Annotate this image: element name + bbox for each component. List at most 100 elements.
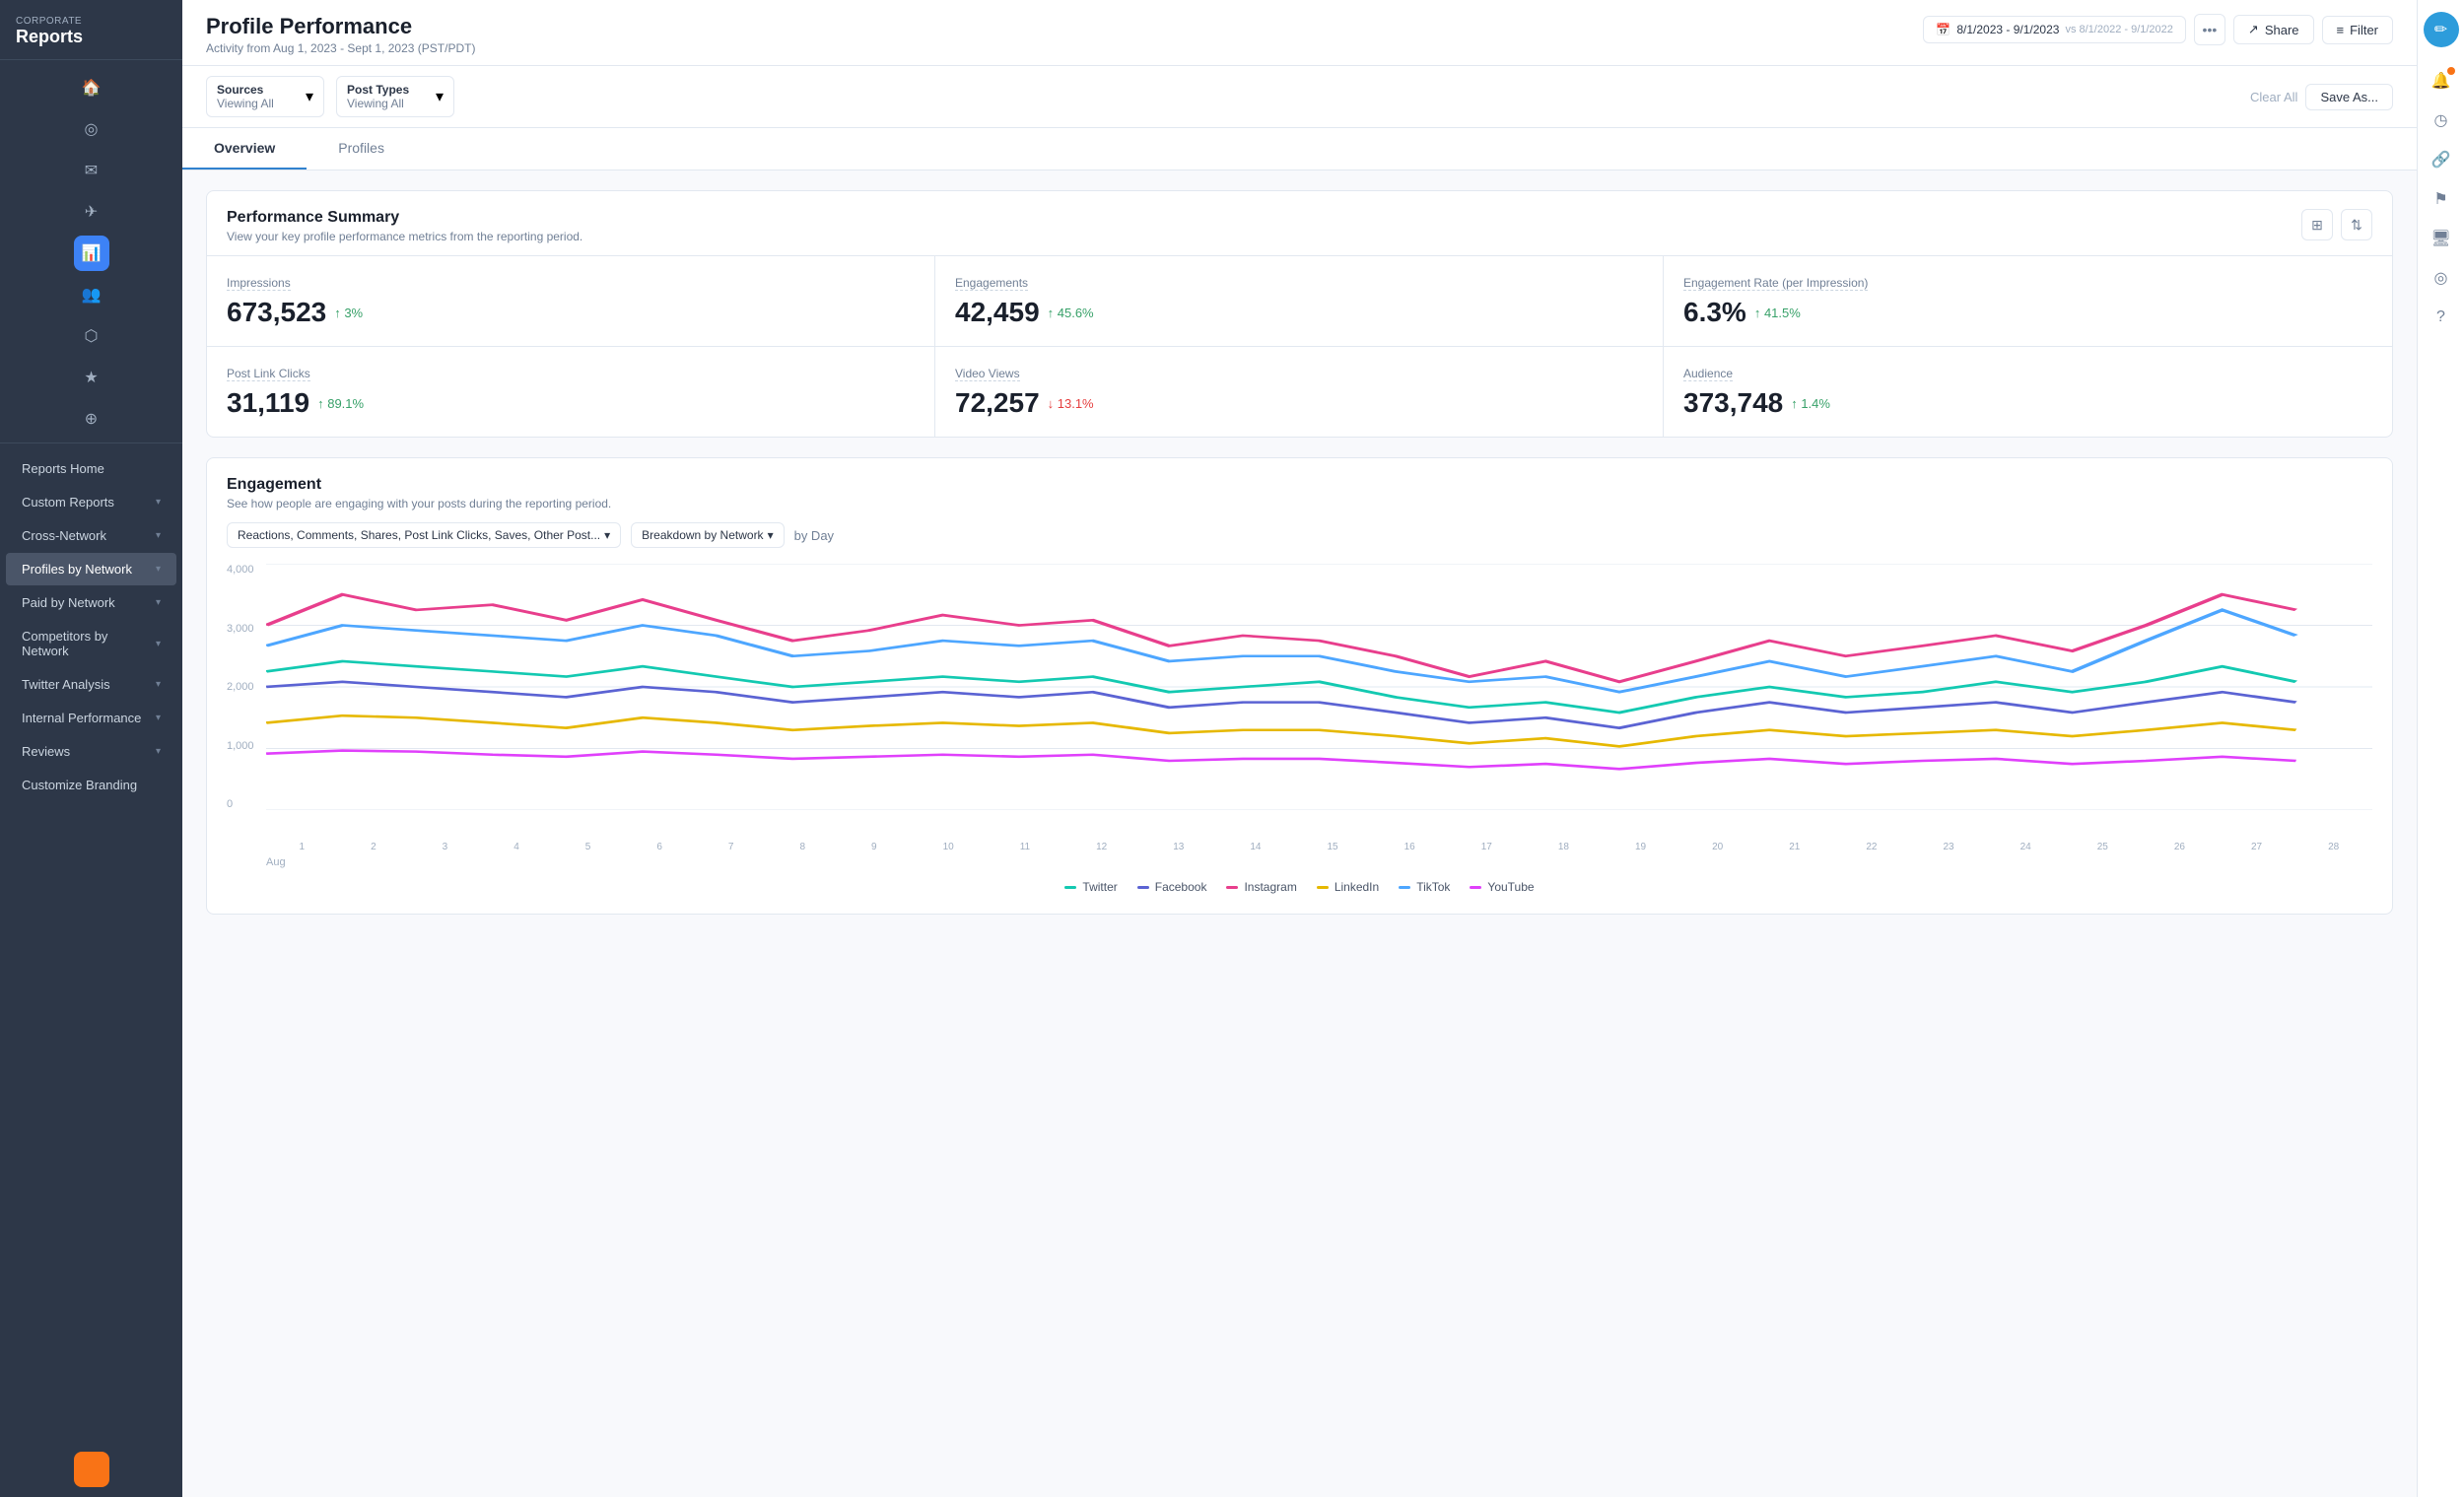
x-label-24: 24 (2020, 842, 2031, 852)
grid-view-button[interactable]: ⊞ (2301, 209, 2333, 240)
chevron-icon: ▾ (156, 679, 161, 690)
date-range-button[interactable]: 📅 8/1/2023 - 9/1/2023 vs 8/1/2022 - 9/1/… (1923, 16, 2186, 43)
metric-audience: Audience 373,748 ↑ 1.4% (1664, 347, 2392, 437)
notifications-button[interactable]: 🔔 (2424, 63, 2459, 99)
people-icon[interactable]: 👥 (74, 277, 109, 312)
filter-actions: Clear All Save As... (2250, 84, 2393, 110)
tab-profiles[interactable]: Profiles (307, 128, 416, 170)
x-label-8: 8 (799, 842, 805, 852)
engagement-title-group: Engagement See how people are engaging w… (227, 476, 611, 510)
home-icon[interactable]: 🏠 (74, 70, 109, 105)
x-label-26: 26 (2174, 842, 2185, 852)
x-label-1: 1 (300, 842, 306, 852)
metric-change-engagement-rate: ↑ 41.5% (1754, 306, 1801, 320)
screen-button[interactable]: 🖥 (2424, 221, 2459, 256)
header-actions: 📅 8/1/2023 - 9/1/2023 vs 8/1/2022 - 9/1/… (1923, 14, 2393, 45)
metric-label-video-views: Video Views (955, 367, 1020, 381)
metric-impressions: Impressions 673,523 ↑ 3% (207, 256, 935, 347)
filter-icon: ≡ (2337, 23, 2345, 37)
legend-dot-facebook (1137, 886, 1149, 889)
chart-svg (266, 564, 2372, 810)
flag-button[interactable]: ⚑ (2424, 181, 2459, 217)
tab-overview[interactable]: Overview (182, 128, 307, 170)
metric-value-audience: 373,748 ↑ 1.4% (1683, 387, 2372, 419)
sidebar-item-paid-by-network[interactable]: Paid by Network ▾ (6, 586, 176, 619)
brand-sub: Corporate (16, 16, 167, 27)
publish-icon[interactable]: ✈ (74, 194, 109, 230)
x-label-17: 17 (1481, 842, 1492, 852)
x-label-19: 19 (1635, 842, 1646, 852)
sidebar-item-reports-home[interactable]: Reports Home (6, 452, 176, 485)
integrations-icon[interactable]: ⬡ (74, 318, 109, 354)
inbox-icon[interactable]: ✉ (74, 153, 109, 188)
sources-select[interactable]: Sources Viewing All ▾ (206, 76, 324, 117)
engagement-subtitle: See how people are engaging with your po… (227, 497, 611, 510)
sidebar-item-cross-network[interactable]: Cross-Network ▾ (6, 519, 176, 552)
engagement-chart: 4,000 3,000 2,000 1,000 0 (227, 564, 2372, 840)
chart-by-label: by Day (794, 528, 834, 543)
metric-change-video-views: ↓ 13.1% (1048, 396, 1094, 411)
x-label-20: 20 (1712, 842, 1723, 852)
breakdown-select[interactable]: Breakdown by Network ▾ (631, 522, 784, 548)
sidebar-item-reviews[interactable]: Reviews ▾ (6, 735, 176, 768)
performance-summary-card: Performance Summary View your key profil… (206, 190, 2393, 438)
edit-button[interactable]: ✏ (2424, 12, 2459, 47)
sidebar-item-competitors-by-network[interactable]: Competitors by Network ▾ (6, 620, 176, 667)
metric-post-link-clicks: Post Link Clicks 31,119 ↑ 89.1% (207, 347, 935, 437)
help-button[interactable]: ? (2424, 300, 2459, 335)
metric-change-post-link-clicks: ↑ 89.1% (317, 396, 364, 411)
chevron-icon: ▾ (156, 497, 161, 508)
post-types-select[interactable]: Post Types Viewing All ▾ (336, 76, 454, 117)
x-label-7: 7 (728, 842, 734, 852)
brand: Corporate Reports (0, 0, 182, 60)
legend-dot-twitter (1064, 886, 1076, 889)
metric-label-impressions: Impressions (227, 276, 291, 291)
x-label-25: 25 (2097, 842, 2108, 852)
performance-summary-actions: ⊞ ⇅ (2301, 209, 2372, 240)
link-button[interactable]: 🔗 (2424, 142, 2459, 177)
performance-summary-header: Performance Summary View your key profil… (207, 191, 2392, 255)
analytics-icon active[interactable]: 📊 (74, 236, 109, 271)
x-label-2: 2 (371, 842, 376, 852)
compare-range-text: vs 8/1/2022 - 9/1/2022 (2065, 24, 2172, 35)
activity-button[interactable]: ◷ (2424, 102, 2459, 138)
more-options-button[interactable]: ••• (2194, 14, 2225, 45)
sidebar-item-customize-branding[interactable]: Customize Branding (6, 769, 176, 801)
notification-badge (2447, 67, 2455, 75)
save-as-button[interactable]: Save As... (2305, 84, 2393, 110)
x-label-6: 6 (656, 842, 662, 852)
legend-item-twitter: Twitter (1064, 880, 1117, 894)
x-axis-label: 1234567891011121314151617181920212223242… (227, 842, 2372, 868)
listen-icon[interactable]: ◎ (74, 111, 109, 147)
legend-label-linkedin: LinkedIn (1335, 880, 1379, 894)
performance-summary-subtitle: View your key profile performance metric… (227, 230, 582, 243)
tabs: Overview Profiles (182, 128, 2417, 170)
star-icon[interactable]: ★ (74, 360, 109, 395)
network-icon[interactable]: ⊕ (74, 401, 109, 437)
chevron-icon: ▾ (156, 713, 161, 723)
user-avatar[interactable] (74, 1452, 109, 1487)
sidebar-item-internal-performance[interactable]: Internal Performance ▾ (6, 702, 176, 734)
legend-item-instagram: Instagram (1226, 880, 1296, 894)
clear-all-button[interactable]: Clear All (2250, 84, 2297, 110)
chart-section: Reactions, Comments, Shares, Post Link C… (207, 522, 2392, 914)
page-subtitle: Activity from Aug 1, 2023 - Sept 1, 2023… (206, 41, 475, 55)
engagement-title: Engagement (227, 476, 611, 494)
x-label-28: 28 (2328, 842, 2339, 852)
metrics-grid: Impressions 673,523 ↑ 3% Engagements 42,… (207, 255, 2392, 437)
y-axis: 4,000 3,000 2,000 1,000 0 (227, 564, 266, 810)
performance-summary-title: Performance Summary (227, 209, 582, 227)
sidebar-item-custom-reports[interactable]: Custom Reports ▾ (6, 486, 176, 518)
chevron-icon: ▾ (156, 564, 161, 575)
x-label-13: 13 (1173, 842, 1184, 852)
target-button[interactable]: ◎ (2424, 260, 2459, 296)
filter-button[interactable]: ≡ Filter (2322, 16, 2393, 44)
sort-button[interactable]: ⇅ (2341, 209, 2372, 240)
share-button[interactable]: ↗ Share (2233, 15, 2314, 44)
metrics-filter-select[interactable]: Reactions, Comments, Shares, Post Link C… (227, 522, 621, 548)
sidebar: Corporate Reports 🏠 ◎ ✉ ✈ 📊 👥 ⬡ ★ ⊕ Repo… (0, 0, 182, 1497)
sidebar-item-profiles-by-network[interactable]: Profiles by Network ▾ (6, 553, 176, 585)
x-label-15: 15 (1327, 842, 1337, 852)
sidebar-item-twitter-analysis[interactable]: Twitter Analysis ▾ (6, 668, 176, 701)
chevron-icon: ▾ (156, 746, 161, 757)
